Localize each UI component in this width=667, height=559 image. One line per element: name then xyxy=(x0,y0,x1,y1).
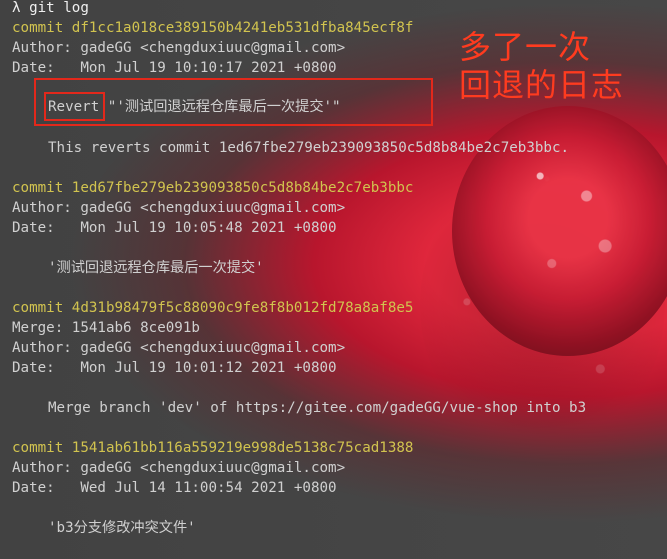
author-line: Author: gadeGG <chengduxiuuc@gmail.com> xyxy=(12,40,346,56)
date-line: Date: Mon Jul 19 10:01:12 2021 +0800 xyxy=(12,360,337,376)
commit-message-line: 'b3分支修改冲突文件' xyxy=(48,520,196,536)
commit-line: commit 1ed67fbe279eb239093850c5d8b84be2c… xyxy=(12,180,414,196)
commit-message-line: Merge branch 'dev' of https://gitee.com/… xyxy=(48,400,587,416)
command-line: λ git log xyxy=(12,0,89,16)
commit-message-line: '测试回退远程仓库最后一次提交' xyxy=(48,260,264,276)
author-line: Author: gadeGG <chengduxiuuc@gmail.com> xyxy=(12,460,346,476)
commit-line: commit 1541ab61bb116a559219e998de5138c75… xyxy=(12,440,414,456)
commit-line: commit 4d31b98479f5c88090c9fe8f8b012fd78… xyxy=(12,300,414,316)
annotation-text-line2: 回退的日志 xyxy=(459,66,625,104)
date-line: Date: Mon Jul 19 10:05:48 2021 +0800 xyxy=(12,220,337,236)
merge-line: Merge: 1541ab6 8ce091b xyxy=(12,320,200,336)
date-line: Date: Mon Jul 19 10:10:17 2021 +0800 xyxy=(12,60,337,76)
annotation-text-line1: 多了一次 xyxy=(459,28,592,66)
author-line: Author: gadeGG <chengduxiuuc@gmail.com> xyxy=(12,340,346,356)
author-line: Author: gadeGG <chengduxiuuc@gmail.com> xyxy=(12,200,346,216)
date-line: Date: Wed Jul 14 11:00:54 2021 +0800 xyxy=(12,480,337,496)
revert-message-line: Revert "'测试回退远程仓库最后一次提交'" xyxy=(48,99,341,115)
revert-body-line: This reverts commit 1ed67fbe279eb2390938… xyxy=(48,140,570,156)
commit-line: commit df1cc1a018ce389150b4241eb531dfba8… xyxy=(12,20,414,36)
